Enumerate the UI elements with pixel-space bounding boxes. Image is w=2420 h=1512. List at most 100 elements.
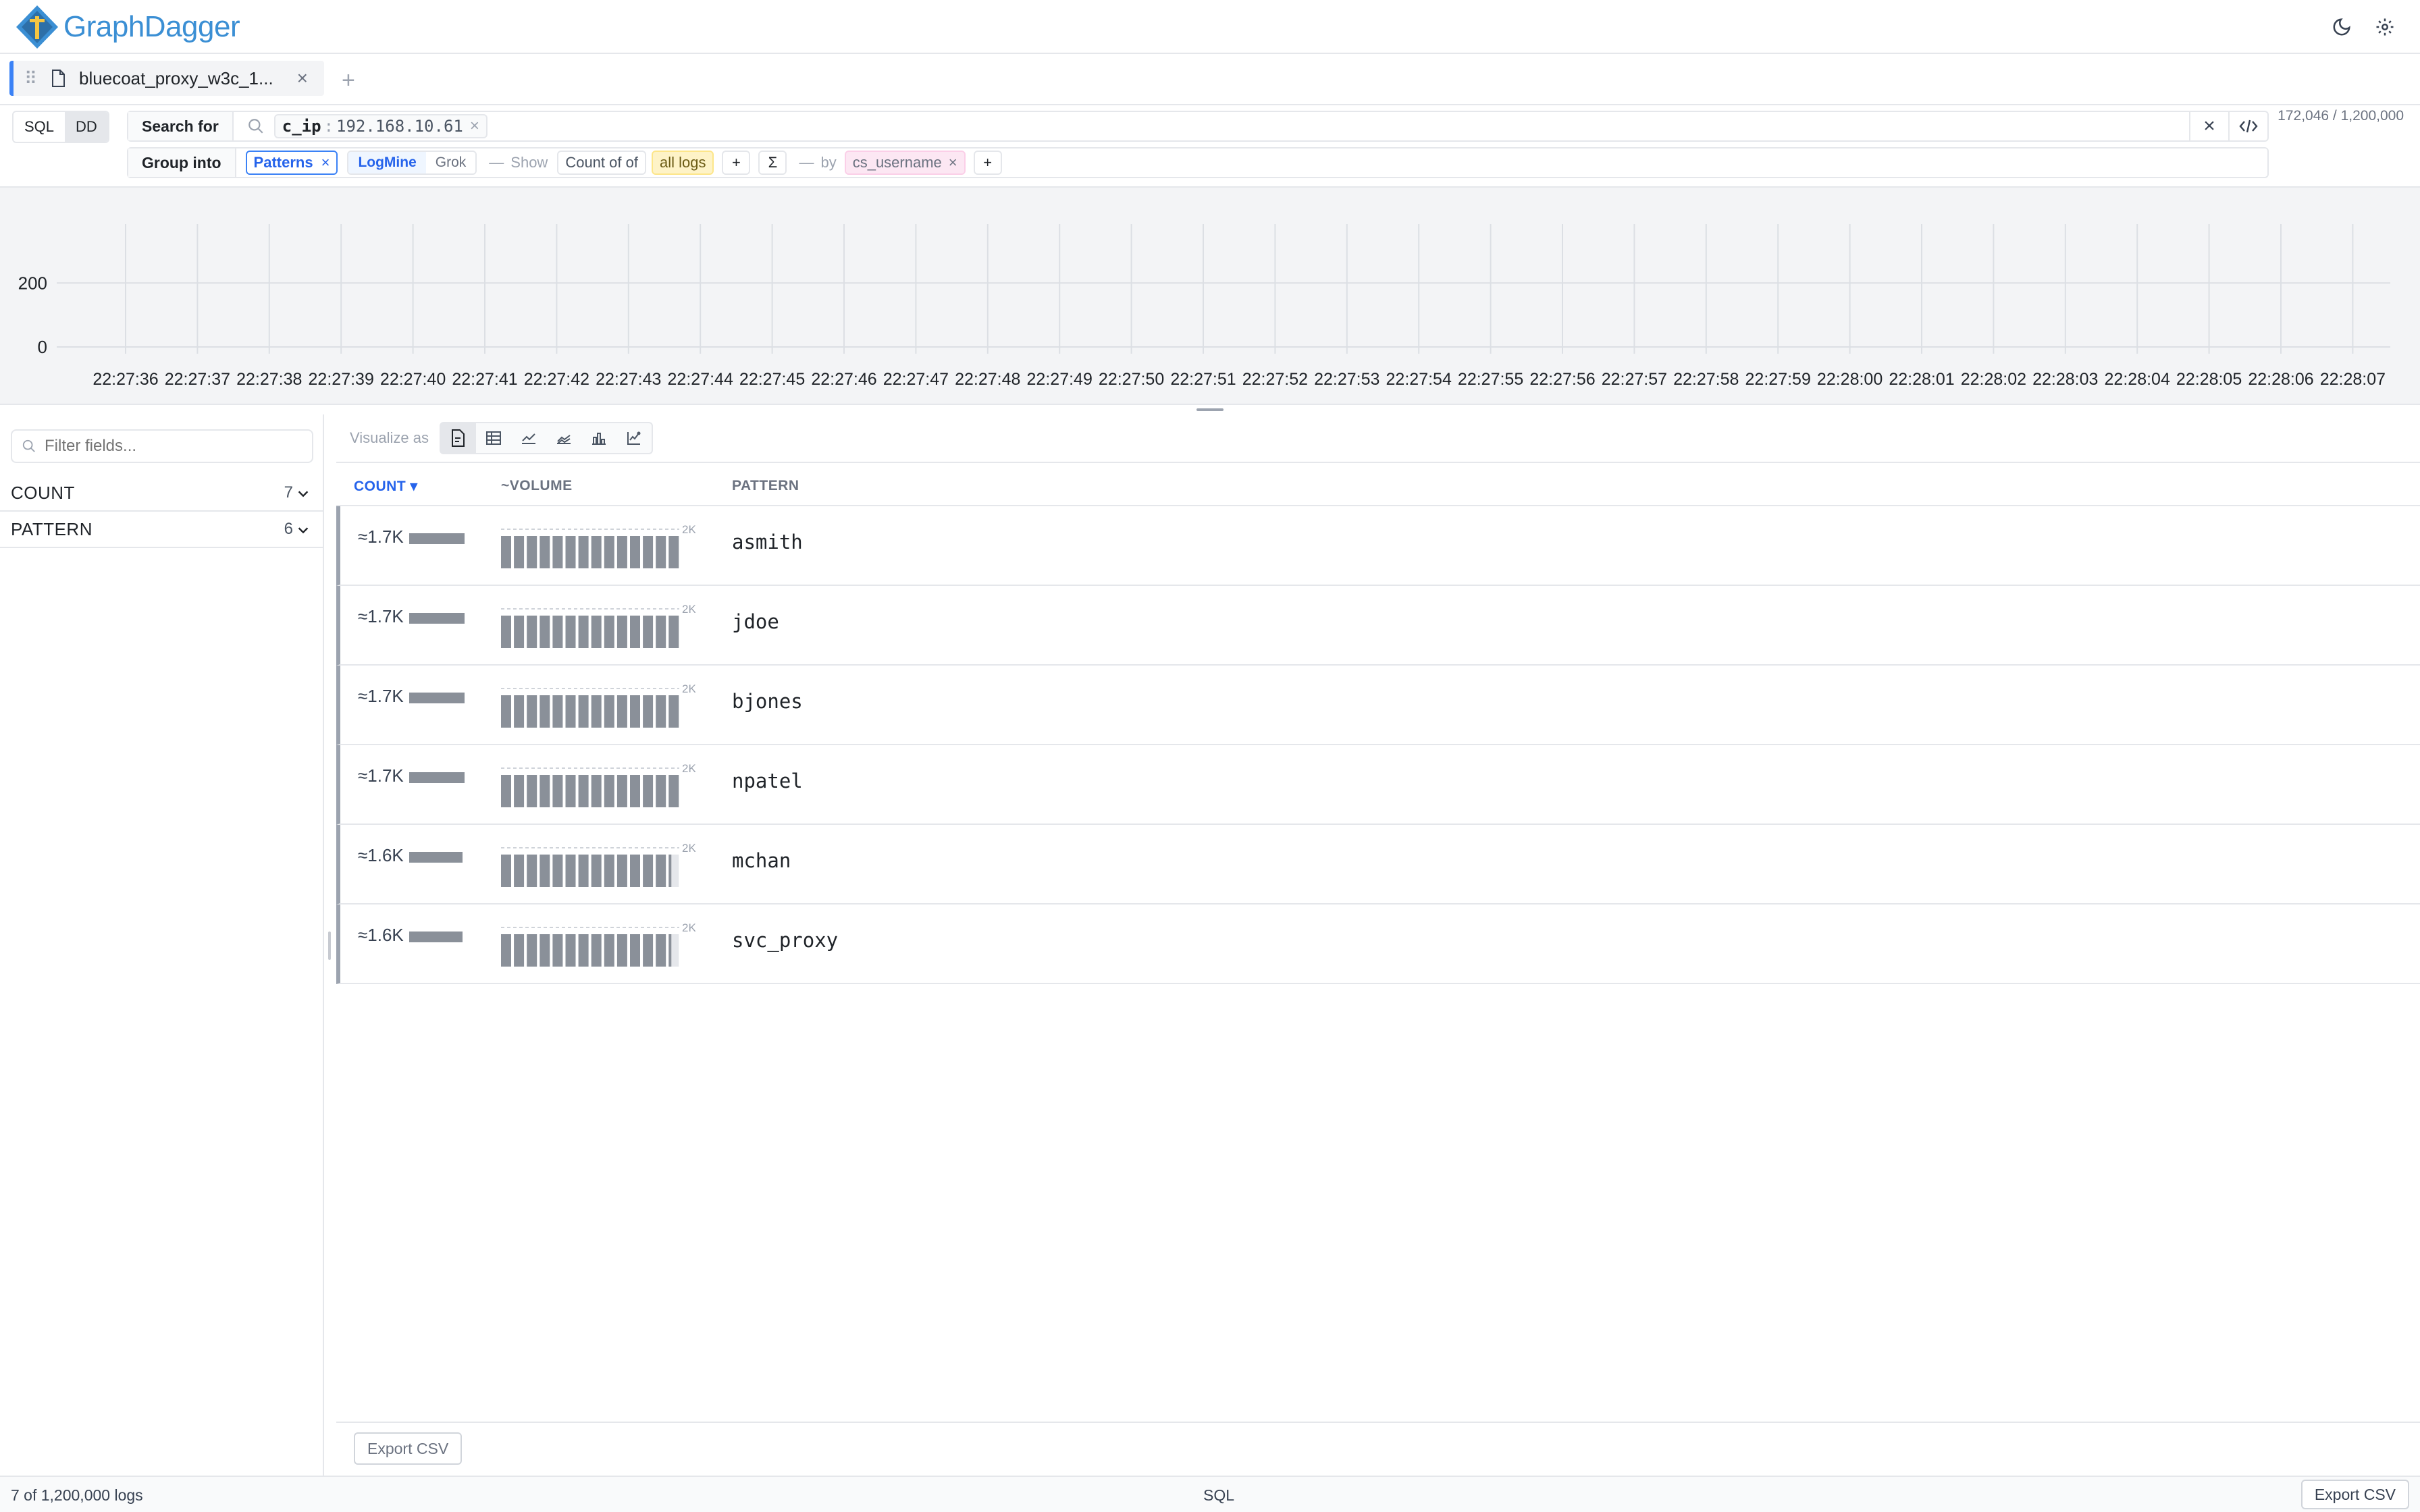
chart-resize-handle[interactable] [1196, 408, 1224, 411]
area-chart-icon [557, 435, 571, 444]
tab-bluecoat[interactable]: ⠿ bluecoat_proxy_w3c_1... × [9, 61, 324, 96]
volume-bar [540, 855, 550, 887]
mode-dd-button[interactable]: DD [65, 112, 108, 142]
volume-bar [552, 775, 563, 807]
code-view-button[interactable] [2228, 112, 2267, 140]
viz-patterns-button[interactable] [441, 423, 476, 453]
volume-bar [616, 695, 627, 728]
field-item-count[interactable]: COUNT 7 [0, 475, 323, 512]
x-tick-label: 22:27:39 [309, 370, 374, 389]
volume-bar [552, 695, 563, 728]
viz-trend-button[interactable] [616, 423, 652, 453]
volume-bar [578, 695, 589, 728]
row-count-bar [409, 772, 465, 783]
search-icon [248, 119, 263, 134]
clear-search-button[interactable]: × [2189, 112, 2228, 140]
add-tab-button[interactable]: + [342, 68, 355, 94]
field-name: COUNT [11, 482, 75, 503]
add-group-by-button[interactable]: + [973, 151, 1002, 175]
header-pattern[interactable]: PATTERN [732, 478, 799, 494]
volume-bar [668, 695, 679, 728]
volume-max-label: 2K [682, 763, 695, 775]
volume-bar [656, 695, 666, 728]
query-builder: SQL DD Search for c_ip : 192.168.10.61 ×… [0, 105, 2420, 188]
search-filter-chip[interactable]: c_ip : 192.168.10.61 × [273, 114, 488, 138]
volume-bar [630, 855, 640, 887]
viz-area-button[interactable] [546, 423, 581, 453]
volume-bar [527, 695, 537, 728]
field-count: 6 [284, 520, 293, 538]
header-count[interactable]: COUNT ▾ [354, 478, 418, 495]
viz-table-button[interactable] [476, 423, 511, 453]
volume-bar [565, 536, 576, 568]
volume-bar [616, 855, 627, 887]
x-tick-label: 22:27:47 [883, 370, 949, 389]
x-tick-label: 22:27:45 [739, 370, 805, 389]
row-count-label: ≈1.7K [358, 765, 404, 786]
volume-bar [552, 616, 563, 648]
table-icon [486, 431, 501, 445]
volume-bar [552, 934, 563, 967]
aggregation-chip[interactable]: Count of of [557, 151, 646, 175]
table-row[interactable]: ≈1.6K 2K mchan [336, 825, 2420, 905]
volume-bar [565, 855, 576, 887]
language-status[interactable]: SQL [1203, 1486, 1234, 1505]
mode-sql-button[interactable]: SQL [14, 112, 65, 142]
miner-grok[interactable]: Grok [426, 152, 476, 173]
by-field-chip[interactable]: cs_username × [844, 151, 966, 175]
row-pattern[interactable]: svc_proxy [732, 929, 838, 952]
field-item-pattern[interactable]: PATTERN 6 [0, 512, 323, 548]
filter-remove-icon[interactable]: × [470, 117, 479, 136]
x-tick-label: 22:27:54 [1386, 370, 1452, 389]
chevron-down-icon[interactable] [296, 486, 311, 501]
header-volume[interactable]: ~VOLUME [501, 478, 573, 494]
x-tick-label: 22:27:55 [1458, 370, 1523, 389]
scope-chip[interactable]: all logs [651, 151, 714, 175]
code-icon [2239, 119, 2258, 133]
panel-resize-handle[interactable] [328, 932, 331, 960]
dark-mode-toggle[interactable] [2330, 15, 2354, 39]
scope-label: all logs [659, 154, 706, 171]
patterns-remove-icon[interactable]: × [321, 154, 330, 171]
volume-bar [540, 616, 550, 648]
volume-bar [514, 616, 525, 648]
app-logo[interactable]: GraphDagger [15, 4, 240, 50]
x-tick-label: 22:27:44 [668, 370, 733, 389]
tab-close-icon[interactable]: × [297, 68, 308, 89]
viz-bar-button[interactable] [581, 423, 616, 453]
status-export-csv-button[interactable]: Export CSV [2300, 1480, 2409, 1509]
export-csv-button[interactable]: Export CSV [354, 1432, 463, 1465]
volume-bar [643, 695, 654, 728]
row-pattern[interactable]: jdoe [732, 610, 779, 633]
row-pattern[interactable]: mchan [732, 849, 791, 872]
sigma-button[interactable]: Σ [758, 151, 787, 175]
x-tick-label: 22:28:06 [2248, 370, 2313, 389]
settings-button[interactable] [2373, 15, 2397, 39]
miner-logmine[interactable]: LogMine [348, 152, 426, 173]
volume-max-label: 2K [682, 603, 695, 616]
by-field-remove-icon[interactable]: × [949, 154, 957, 171]
patterns-chip[interactable]: Patterns × [245, 151, 338, 175]
row-pattern[interactable]: asmith [732, 531, 803, 554]
row-pattern[interactable]: bjones [732, 690, 803, 713]
viz-line-button[interactable] [511, 423, 546, 453]
row-pattern[interactable]: npatel [732, 770, 803, 792]
volume-bar [514, 934, 525, 967]
x-tick-label: 22:27:38 [236, 370, 302, 389]
volume-bar [578, 616, 589, 648]
table-row[interactable]: ≈1.7K 2K asmith [336, 506, 2420, 586]
volume-bar [656, 855, 666, 887]
chevron-down-icon[interactable] [296, 522, 311, 537]
row-count-label: ≈1.7K [358, 526, 404, 547]
table-row[interactable]: ≈1.7K 2K jdoe [336, 586, 2420, 666]
table-row[interactable]: ≈1.6K 2K svc_proxy [336, 905, 2420, 984]
volume-bar [643, 536, 654, 568]
volume-bar [630, 775, 640, 807]
drag-grip-icon[interactable]: ⠿ [24, 68, 37, 89]
volume-bar [616, 616, 627, 648]
table-row[interactable]: ≈1.7K 2K npatel [336, 745, 2420, 825]
filter-fields-input[interactable] [45, 437, 301, 456]
volume-bar [565, 695, 576, 728]
table-row[interactable]: ≈1.7K 2K bjones [336, 666, 2420, 745]
add-aggregation-button[interactable]: + [722, 151, 751, 175]
